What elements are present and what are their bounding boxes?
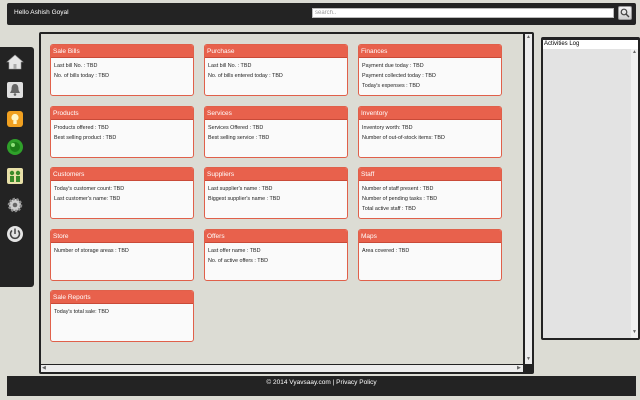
dashboard-panel: Sale Bills Last bill No. : TBD No. of bi…: [39, 32, 534, 374]
scroll-left-icon[interactable]: ◀: [42, 366, 46, 371]
card-title: Maps: [359, 230, 501, 243]
power-icon: [7, 226, 23, 242]
card-title: Staff: [359, 168, 501, 181]
card-title: Sale Bills: [51, 45, 193, 58]
card-line: Number of pending tasks : TBD: [362, 195, 438, 202]
card-title: Offers: [205, 230, 347, 243]
card-offers[interactable]: Offers Last offer name : TBD No. of acti…: [204, 229, 348, 281]
card-sale-reports[interactable]: Sale Reports Today's total sale: TBD: [50, 290, 194, 342]
privacy-policy-link[interactable]: Privacy Policy: [336, 379, 376, 386]
card-line: Last customer's name: TBD: [54, 195, 121, 202]
card-title: Store: [51, 230, 193, 243]
side-navigation: [0, 47, 34, 287]
card-line: Today's total sale: TBD: [54, 309, 109, 315]
nav-ideas-button[interactable]: [5, 109, 25, 129]
gear-icon: [7, 197, 23, 213]
horizontal-scrollbar[interactable]: ◀ ▶: [41, 365, 523, 372]
card-title: Finances: [359, 45, 501, 58]
nav-notifications-button[interactable]: [5, 80, 25, 100]
nav-users-button[interactable]: [5, 166, 25, 186]
card-title: Suppliers: [205, 168, 347, 181]
nav-settings-button[interactable]: [5, 195, 25, 215]
user-greeting: Hello Ashish Goyal: [14, 9, 69, 16]
card-title: Inventory: [359, 107, 501, 120]
card-line: Total active staff : TBD: [362, 205, 416, 212]
card-title: Services: [205, 107, 347, 120]
card-customers[interactable]: Customers Today's customer count: TBD La…: [50, 167, 194, 219]
activities-scrollbar[interactable]: ▲ ▼: [631, 49, 638, 338]
lightbulb-icon: [7, 111, 23, 127]
activities-panel: Activities Log ▲ ▼: [541, 37, 640, 340]
nav-logout-button[interactable]: [5, 224, 25, 244]
card-line: Last supplier's name : TBD: [208, 186, 273, 192]
vertical-scrollbar[interactable]: ▲ ▼: [525, 34, 532, 364]
card-line: Last bill No. : TBD: [54, 63, 98, 69]
top-header: Hello Ashish Goyal: [7, 3, 636, 25]
card-staff[interactable]: Staff Number of staff present : TBD Numb…: [358, 167, 502, 219]
card-services[interactable]: Services Services Offered : TBD Best sel…: [204, 106, 348, 158]
card-line: Area covered : TBD: [362, 248, 410, 254]
home-icon: [6, 54, 24, 70]
card-line: Payment due today : TBD: [362, 63, 424, 69]
card-line: No. of active offers : TBD: [208, 257, 269, 264]
dashboard-content: Sale Bills Last bill No. : TBD No. of bi…: [41, 34, 523, 364]
card-line: No. of bills entered today : TBD: [208, 72, 283, 79]
card-inventory[interactable]: Inventory Inventory worth: TBD Number of…: [358, 106, 502, 158]
online-icon: [7, 139, 23, 155]
card-line: Today's customer count: TBD: [54, 186, 125, 192]
scroll-up-icon[interactable]: ▲: [632, 50, 637, 55]
nav-status-button[interactable]: [5, 137, 25, 157]
card-line: Inventory worth: TBD: [362, 125, 413, 131]
bell-icon: [7, 82, 23, 98]
copyright-text: © 2014 Vyavsaay.com: [266, 379, 331, 386]
card-sale-bills[interactable]: Sale Bills Last bill No. : TBD No. of bi…: [50, 44, 194, 96]
card-line: Best selling product : TBD: [54, 134, 117, 141]
page-footer: © 2014 Vyavsaay.com | Privacy Policy: [7, 376, 636, 396]
search-input[interactable]: [312, 8, 614, 18]
card-line: Services Offered : TBD: [208, 125, 264, 131]
users-icon: [7, 168, 23, 184]
activities-title: Activities Log: [543, 40, 638, 49]
card-line: Today's expenses : TBD: [362, 82, 420, 89]
card-line: Best selling service : TBD: [208, 134, 270, 141]
scroll-down-icon[interactable]: ▼: [526, 357, 531, 362]
activities-list: [543, 49, 638, 338]
scroll-down-icon[interactable]: ▼: [632, 330, 637, 335]
scroll-up-icon[interactable]: ▲: [526, 35, 531, 40]
card-title: Sale Reports: [51, 291, 193, 304]
card-line: Number of storage areas : TBD: [54, 248, 129, 254]
card-line: Number of out-of-stock items: TBD: [362, 134, 445, 141]
card-line: Last bill No. : TBD: [208, 63, 252, 69]
search-icon: [620, 8, 630, 18]
card-title: Customers: [51, 168, 193, 181]
card-line: Payment collected today : TBD: [362, 72, 436, 79]
card-suppliers[interactable]: Suppliers Last supplier's name : TBD Big…: [204, 167, 348, 219]
nav-home-button[interactable]: [5, 52, 25, 72]
footer-separator: |: [332, 379, 335, 386]
card-line: Products offered : TBD: [54, 125, 109, 131]
card-maps[interactable]: Maps Area covered : TBD: [358, 229, 502, 281]
card-line: Number of staff present : TBD: [362, 186, 434, 192]
search-button[interactable]: [618, 6, 632, 20]
card-finances[interactable]: Finances Payment due today : TBD Payment…: [358, 44, 502, 96]
card-store[interactable]: Store Number of storage areas : TBD: [50, 229, 194, 281]
card-title: Purchase: [205, 45, 347, 58]
card-line: No. of bills today : TBD: [54, 72, 110, 79]
scroll-right-icon[interactable]: ▶: [517, 366, 521, 371]
card-line: Biggest supplier's name : TBD: [208, 195, 281, 202]
card-products[interactable]: Products Products offered : TBD Best sel…: [50, 106, 194, 158]
card-purchase[interactable]: Purchase Last bill No. : TBD No. of bill…: [204, 44, 348, 96]
card-title: Products: [51, 107, 193, 120]
card-line: Last offer name : TBD: [208, 248, 261, 254]
